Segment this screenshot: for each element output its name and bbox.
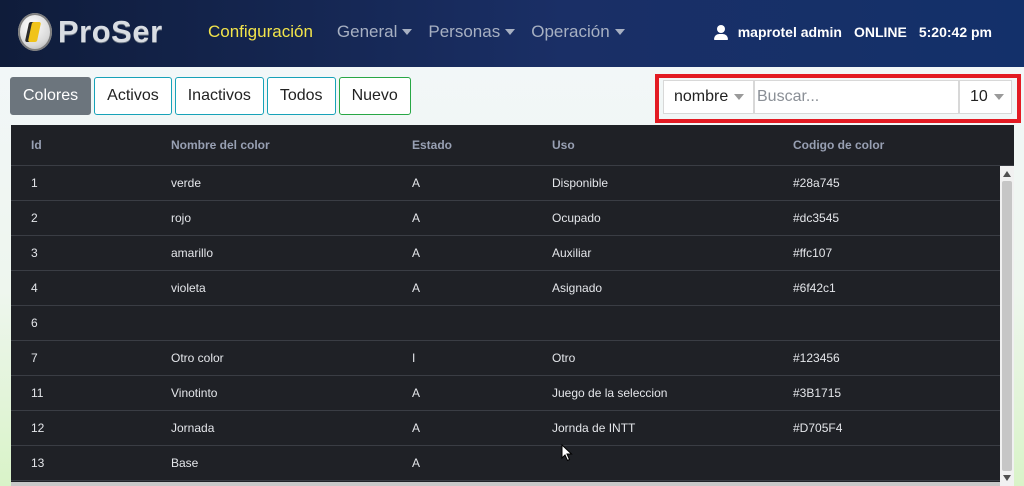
nav-item-label: General xyxy=(336,22,398,41)
nav-item-configuracion[interactable]: Configuración xyxy=(208,22,313,42)
table-row[interactable]: 6 xyxy=(11,306,1000,341)
cell-id: 4 xyxy=(31,281,38,295)
nuevo-button[interactable]: Nuevo xyxy=(338,77,411,115)
cell-id: 1 xyxy=(31,176,38,190)
table-row[interactable]: 3 amarillo A Auxiliar #ffc107 xyxy=(11,236,1000,271)
cell-id: 13 xyxy=(31,456,45,470)
todos-button[interactable]: Todos xyxy=(266,77,336,115)
cell-codigo: #3B1715 xyxy=(793,386,842,400)
cell-estado: A xyxy=(412,176,421,190)
cell-codigo: #28a745 xyxy=(793,176,840,190)
colors-table: Id Nombre del color Estado Uso Codigo de… xyxy=(11,125,1014,486)
cell-nombre: Otro color xyxy=(171,351,224,365)
brand-name: ProSer xyxy=(58,14,163,49)
cell-nombre: Base xyxy=(171,456,199,470)
cell-codigo: #ffc107 xyxy=(793,246,833,260)
column-header-codigo[interactable]: Codigo de color xyxy=(793,138,884,152)
colores-button[interactable]: Colores xyxy=(10,77,92,115)
table-row[interactable]: 11 Vinotinto A Juego de la seleccion #3B… xyxy=(11,376,1000,411)
cell-id: 6 xyxy=(31,316,38,330)
column-header-id[interactable]: Id xyxy=(31,138,42,152)
cell-id: 2 xyxy=(31,211,38,225)
cell-nombre: Jornada xyxy=(171,421,215,435)
search-input[interactable] xyxy=(754,80,959,114)
cell-id: 12 xyxy=(31,421,45,435)
scroll-down-arrow-icon[interactable] xyxy=(1003,475,1011,481)
column-header-uso[interactable]: Uso xyxy=(552,138,575,152)
cell-uso: Jornda de INTT xyxy=(552,421,636,435)
proser-logo-icon xyxy=(18,13,52,51)
page-size-select[interactable]: 10 xyxy=(959,80,1012,114)
cell-id: 7 xyxy=(31,351,38,365)
cell-codigo: #123456 xyxy=(793,351,840,365)
cell-estado: A xyxy=(412,456,421,470)
table-row[interactable]: 7 Otro color I Otro #123456 xyxy=(11,341,1000,376)
cell-estado: I xyxy=(412,351,416,365)
scroll-thumb[interactable] xyxy=(1002,181,1012,471)
cell-nombre: verde xyxy=(171,176,202,190)
cell-uso: Juego de la seleccion xyxy=(552,386,668,400)
column-header-estado[interactable]: Estado xyxy=(412,138,452,152)
caret-down-icon xyxy=(402,29,413,35)
user-status-area: maprotel admin ONLINE 5:20:42 pm xyxy=(713,24,992,40)
cell-uso: Disponible xyxy=(552,176,609,190)
nav-item-label: Personas xyxy=(428,22,501,41)
cell-uso: Asignado xyxy=(552,281,603,295)
online-status: ONLINE xyxy=(853,24,907,40)
clock: 5:20:42 pm xyxy=(918,24,992,40)
caret-down-icon xyxy=(614,29,625,35)
page-size-value: 10 xyxy=(970,88,988,105)
cell-codigo: #dc3545 xyxy=(793,211,840,225)
table-row[interactable]: 4 violeta A Asignado #6f42c1 xyxy=(11,271,1000,306)
activos-button[interactable]: Activos xyxy=(94,77,172,115)
cell-uso: Auxiliar xyxy=(552,246,592,260)
nav-item-general[interactable]: General xyxy=(336,22,413,42)
cell-codigo: #6f42c1 xyxy=(793,281,836,295)
scroll-up-arrow-icon[interactable] xyxy=(1003,171,1011,177)
search-field-value: nombre xyxy=(674,88,729,105)
top-navbar: ProSer Configuración General Personas Op… xyxy=(0,0,1024,67)
main-nav: Configuración General Personas Operación xyxy=(208,22,641,42)
caret-down-icon xyxy=(734,94,745,100)
nav-item-label: Configuración xyxy=(208,22,313,41)
table-row[interactable]: 1 verde A Disponible #28a745 xyxy=(11,166,1000,201)
nav-item-label: Operación xyxy=(531,22,610,41)
cell-id: 3 xyxy=(31,246,38,260)
cell-estado: A xyxy=(412,386,421,400)
search-bar: nombre 10 xyxy=(663,80,1012,114)
cell-nombre: Vinotinto xyxy=(171,386,218,400)
nav-item-personas[interactable]: Personas xyxy=(428,22,516,42)
cell-id: 11 xyxy=(31,386,44,400)
table-row[interactable]: 13 Base A xyxy=(11,446,1000,481)
cell-uso: Otro xyxy=(552,351,576,365)
cell-estado: A xyxy=(412,421,421,435)
cell-uso: Ocupado xyxy=(552,211,601,225)
mouse-cursor-icon xyxy=(561,444,573,462)
inactivos-button[interactable]: Inactivos xyxy=(174,77,264,115)
column-header-nombre[interactable]: Nombre del color xyxy=(171,138,270,152)
cell-estado: A xyxy=(412,211,421,225)
user-name[interactable]: maprotel admin xyxy=(738,24,842,40)
caret-down-icon xyxy=(993,94,1004,100)
table-row[interactable]: 2 rojo A Ocupado #dc3545 xyxy=(11,201,1000,236)
brand[interactable]: ProSer xyxy=(18,13,163,51)
table-body: 1 verde A Disponible #28a745 2 rojo A Oc… xyxy=(11,166,1000,481)
table-row[interactable]: 12 Jornada A Jornda de INTT #D705F4 xyxy=(11,411,1000,446)
cell-codigo: #D705F4 xyxy=(793,421,843,435)
cell-nombre: rojo xyxy=(171,211,192,225)
cell-nombre: amarillo xyxy=(171,246,214,260)
vertical-scrollbar[interactable] xyxy=(1000,166,1014,486)
nav-item-operacion[interactable]: Operación xyxy=(531,22,625,42)
caret-down-icon xyxy=(505,29,516,35)
cell-estado: A xyxy=(412,281,421,295)
table-header: Id Nombre del color Estado Uso Codigo de… xyxy=(11,125,1014,166)
user-icon[interactable] xyxy=(713,24,728,40)
filter-button-group: Colores Activos Inactivos Todos Nuevo xyxy=(10,77,414,115)
cell-estado: A xyxy=(412,246,421,260)
cell-nombre: violeta xyxy=(171,281,206,295)
search-field-select[interactable]: nombre xyxy=(663,80,754,114)
horizontal-scrollbar[interactable] xyxy=(11,482,1000,486)
